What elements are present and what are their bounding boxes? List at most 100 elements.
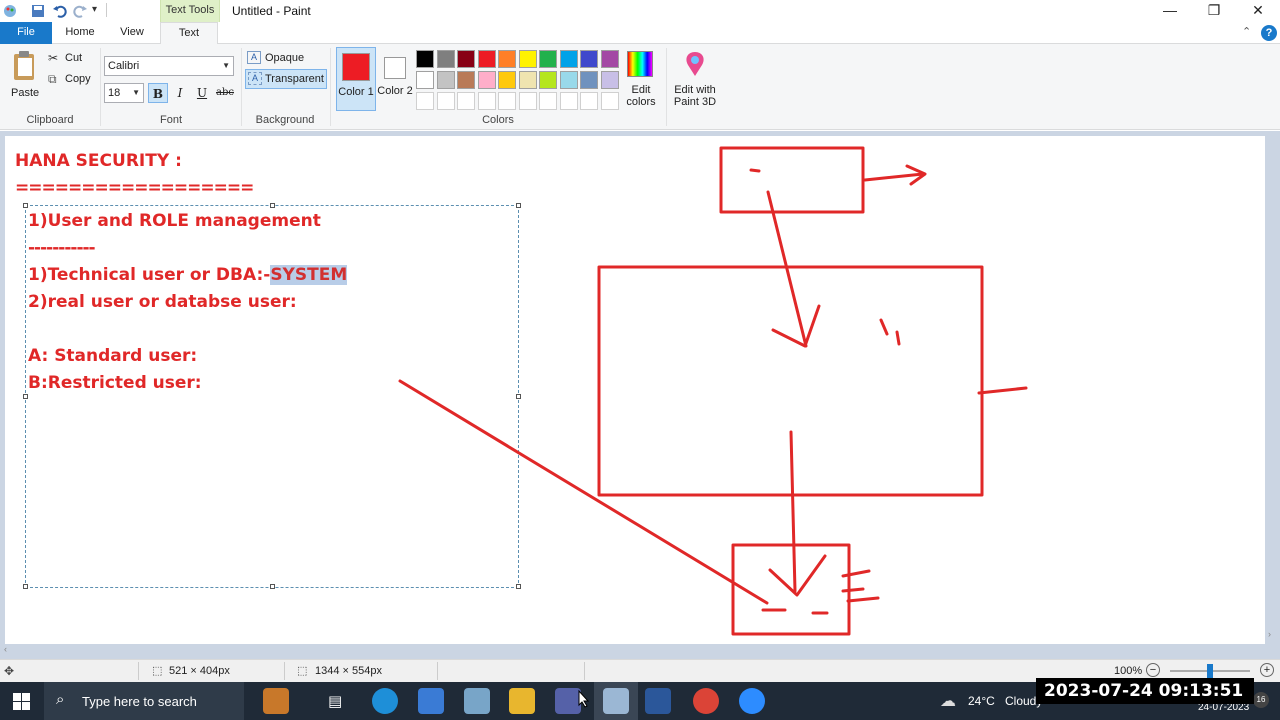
qat-customize-icon[interactable]: ▾ (92, 4, 97, 15)
palette-swatch[interactable] (580, 50, 598, 68)
qat-divider (106, 3, 107, 17)
tab-home[interactable]: Home (58, 22, 102, 44)
notification-badge[interactable]: 16 (1253, 692, 1269, 708)
color2-swatch (384, 57, 406, 79)
group-divider (330, 48, 331, 126)
palette-swatch[interactable] (416, 71, 434, 89)
briefcase-app-icon[interactable] (263, 688, 289, 714)
diagonal-line (398, 379, 769, 605)
file-explorer-icon[interactable] (509, 688, 535, 714)
image-size: 1344 × 554px (315, 665, 382, 677)
notepad-icon[interactable] (464, 688, 490, 714)
palette-swatch[interactable] (477, 92, 496, 110)
palette-swatch[interactable] (600, 92, 619, 110)
tab-text[interactable]: Text (160, 22, 218, 45)
taskbar-search-box[interactable]: ⌕ Type here to search (44, 682, 244, 720)
paint-icon (603, 688, 629, 714)
color1-label: Color 1 (338, 86, 374, 98)
undo-icon[interactable] (52, 3, 68, 19)
tab-file[interactable]: File (0, 22, 52, 44)
palette-swatch[interactable] (498, 71, 516, 89)
palette-swatch[interactable] (539, 71, 557, 89)
palette-swatch[interactable] (559, 50, 578, 68)
cut-button[interactable]: ✂ Cut (48, 51, 98, 67)
scroll-left-icon[interactable]: ‹ (4, 644, 7, 654)
collapse-ribbon-icon[interactable]: ⌃ (1242, 25, 1251, 38)
palette-swatch[interactable] (477, 50, 496, 68)
copy-icon: ⧉ (48, 72, 57, 86)
zoom-level: 100% (1114, 665, 1143, 677)
app-window-icon[interactable] (418, 688, 444, 714)
palette-swatch[interactable] (457, 50, 475, 68)
tab-view[interactable]: View (110, 22, 154, 44)
box-marks (761, 608, 829, 615)
zoom-in-button[interactable]: + (1260, 663, 1274, 677)
chevron-down-icon: ▼ (132, 88, 140, 97)
edge-browser-icon[interactable] (372, 688, 398, 714)
maximize-button[interactable]: ❐ (1192, 0, 1236, 22)
palette-swatch[interactable] (518, 50, 537, 68)
palette-swatch[interactable] (559, 71, 578, 89)
palette-swatch[interactable] (457, 71, 475, 89)
zoom-out-button[interactable]: − (1146, 663, 1160, 677)
palette-swatch[interactable] (518, 92, 537, 110)
zoom-app-icon[interactable] (739, 688, 765, 714)
color2-button[interactable]: Color 2 (377, 47, 413, 111)
status-divider (138, 662, 139, 680)
palette-swatch[interactable] (539, 92, 557, 110)
canvas-workspace[interactable]: HANA SECURITY : ================== 1)Use… (0, 131, 1280, 659)
palette-swatch[interactable] (600, 50, 619, 68)
font-family-select[interactable]: Calibri ▼ (104, 56, 234, 76)
edit-colors-button[interactable]: Edit colors (624, 48, 658, 110)
palette-swatch[interactable] (518, 71, 537, 89)
zoom-slider[interactable] (1170, 664, 1250, 678)
image-size-icon: ⬚ (297, 665, 308, 677)
palette-swatch[interactable] (436, 50, 455, 68)
save-icon[interactable] (30, 3, 46, 19)
palette-swatch[interactable] (580, 71, 598, 89)
chrome-icon[interactable] (693, 688, 719, 714)
palette-swatch[interactable] (436, 92, 455, 110)
italic-button[interactable]: I (170, 83, 190, 103)
word-icon[interactable] (645, 688, 671, 714)
palette-swatch[interactable] (580, 92, 598, 110)
redo-icon[interactable] (72, 3, 88, 19)
colors-group-label: Colors (482, 114, 514, 126)
palette-swatch[interactable] (416, 50, 434, 68)
minimize-button[interactable]: — (1148, 0, 1192, 22)
ribbon: Paste ✂ Cut ⧉ Copy Clipboard Calibri ▼ 1… (0, 44, 1280, 130)
palette-swatch[interactable] (559, 92, 578, 110)
cursor-position-icon: ✥ (4, 664, 15, 678)
transparent-button[interactable]: A Transparent (245, 69, 327, 89)
color2-label: Color 2 (377, 85, 413, 97)
status-divider (284, 662, 285, 680)
drawing-canvas[interactable]: HANA SECURITY : ================== 1)Use… (5, 136, 1265, 644)
paste-button[interactable]: Paste (4, 48, 44, 104)
scroll-right-icon[interactable]: › (1268, 629, 1271, 639)
palette-swatch[interactable] (436, 71, 455, 89)
edit-colors-label: Edit colors (626, 84, 656, 108)
strikethrough-button[interactable]: abc (214, 83, 236, 103)
zoom-slider-thumb[interactable] (1207, 664, 1213, 678)
edit-with-paint3d-button[interactable]: Edit with Paint 3D (670, 48, 720, 110)
color1-swatch (342, 53, 370, 81)
palette-swatch[interactable] (416, 92, 434, 110)
underline-button[interactable]: U (192, 83, 212, 103)
palette-swatch[interactable] (457, 92, 475, 110)
palette-swatch[interactable] (498, 92, 516, 110)
paint-taskbar-active[interactable] (594, 682, 638, 720)
windows-start-icon[interactable] (13, 693, 30, 710)
color1-button[interactable]: Color 1 (336, 47, 376, 111)
font-size-select[interactable]: 18 ▼ (104, 83, 144, 103)
palette-swatch[interactable] (477, 71, 496, 89)
palette-swatch[interactable] (498, 50, 516, 68)
task-view-icon[interactable]: ▤ (328, 692, 342, 710)
palette-swatch[interactable] (539, 50, 557, 68)
palette-swatch[interactable] (600, 71, 619, 89)
help-icon[interactable]: ? (1261, 25, 1277, 41)
copy-button[interactable]: ⧉ Copy (48, 72, 98, 88)
clipboard-group-label: Clipboard (26, 114, 74, 126)
opaque-button[interactable]: A Opaque (245, 49, 327, 67)
close-button[interactable]: ✕ (1236, 0, 1280, 22)
bold-button[interactable]: B (148, 83, 168, 103)
